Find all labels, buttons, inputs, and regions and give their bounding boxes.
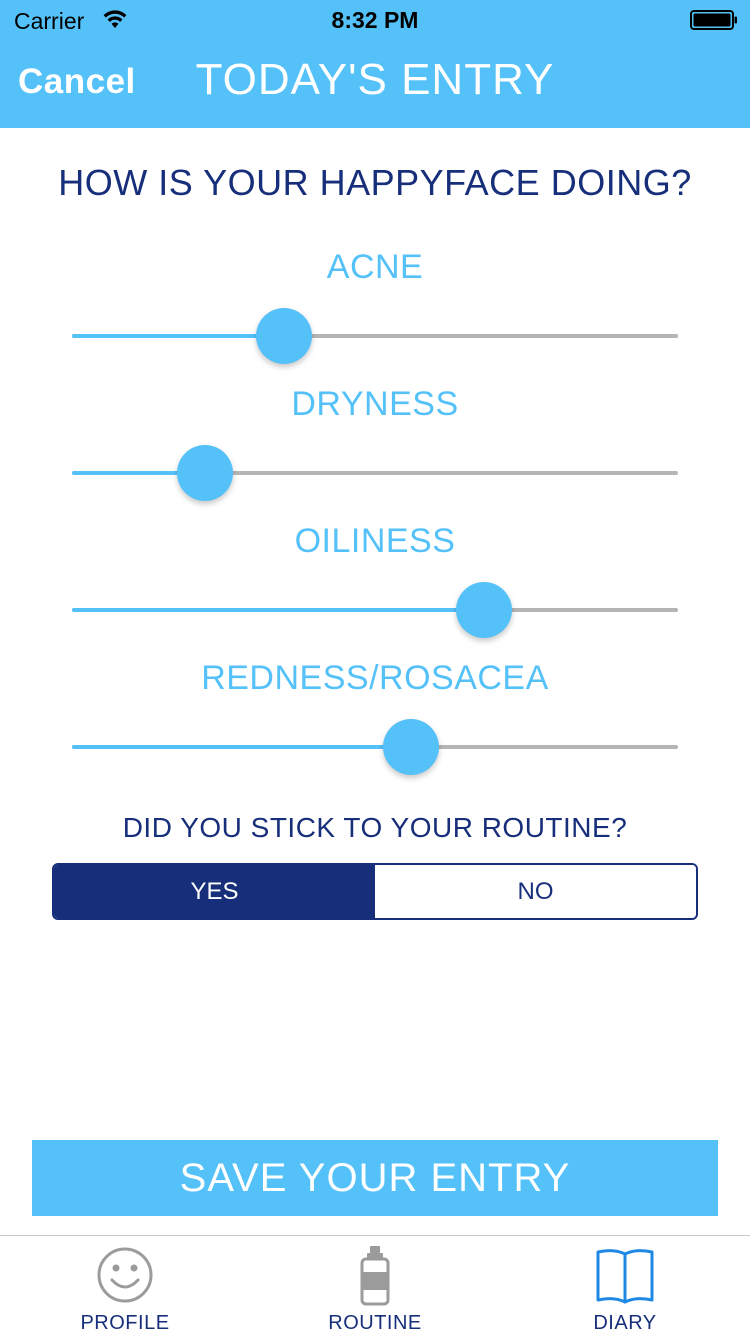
- save-entry-button[interactable]: SAVE YOUR ENTRY: [32, 1140, 718, 1216]
- tab-bar: PROFILE ROUTINE DIARY: [0, 1235, 750, 1334]
- slider-label-acne: ACNE: [326, 248, 424, 286]
- tab-profile[interactable]: PROFILE: [25, 1236, 225, 1334]
- no-segment[interactable]: NO: [375, 865, 696, 918]
- slider-thumb[interactable]: [383, 719, 440, 775]
- smiley-icon: [97, 1247, 153, 1303]
- tab-profile-label: PROFILE: [80, 1312, 170, 1334]
- slider-thumb[interactable]: [177, 445, 234, 501]
- oiliness-slider[interactable]: [72, 582, 678, 638]
- yes-segment[interactable]: YES: [54, 865, 375, 918]
- nav-header: Carrier 8:32 PM Cancel TODAY'S ENTRY: [0, 0, 750, 128]
- tab-routine[interactable]: ROUTINE: [275, 1236, 475, 1334]
- status-time: 8:32 PM: [331, 7, 419, 33]
- routine-segmented-control: YES NO: [52, 863, 698, 920]
- acne-slider[interactable]: [72, 308, 678, 364]
- slider-fill: [72, 608, 485, 612]
- page-title: TODAY'S ENTRY: [195, 55, 555, 104]
- slider-label-redness: REDNESS/ROSACEA: [201, 659, 549, 697]
- redness-slider[interactable]: [72, 719, 678, 775]
- skin-question: HOW IS YOUR HAPPYFACE DOING?: [58, 162, 692, 203]
- routine-question: DID YOU STICK TO YOUR ROUTINE?: [122, 812, 628, 843]
- slider-label-dryness: DRYNESS: [291, 385, 459, 423]
- slider-label-oiliness: OILINESS: [294, 522, 456, 560]
- slider-thumb[interactable]: [256, 308, 313, 364]
- book-icon: [596, 1249, 654, 1304]
- status-bar: Carrier 8:32 PM: [0, 0, 750, 40]
- slider-fill: [72, 745, 412, 749]
- dryness-slider[interactable]: [72, 445, 678, 501]
- tab-routine-label: ROUTINE: [328, 1312, 422, 1334]
- slider-fill: [72, 334, 285, 338]
- tab-diary-label: DIARY: [593, 1312, 657, 1334]
- battery-icon: [690, 10, 737, 30]
- slider-thumb[interactable]: [456, 582, 513, 638]
- bottle-icon: [360, 1246, 390, 1306]
- tab-diary[interactable]: DIARY: [525, 1236, 725, 1334]
